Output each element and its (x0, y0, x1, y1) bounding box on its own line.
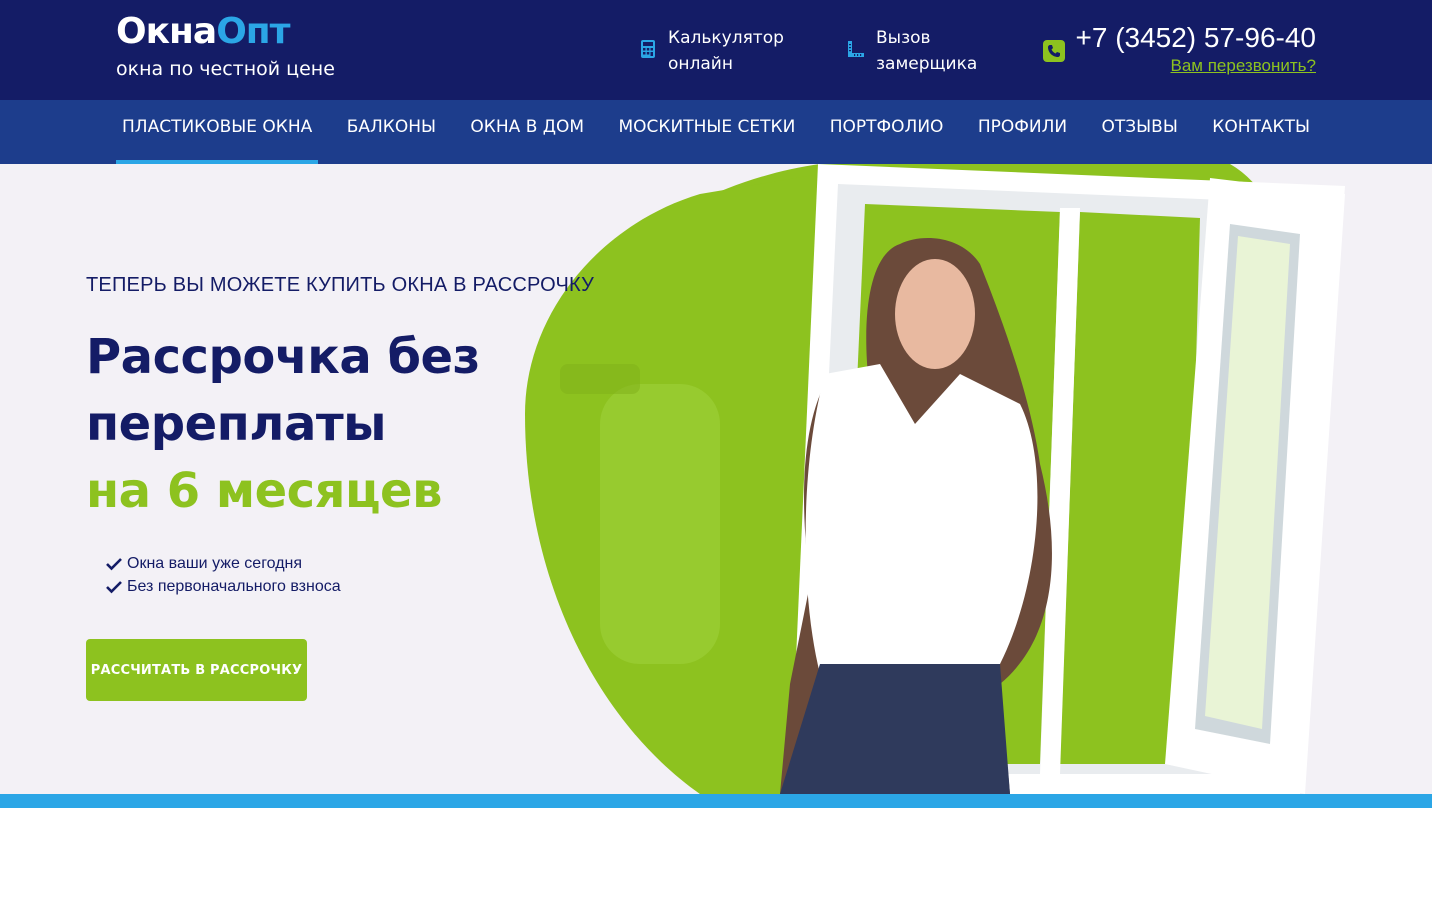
nav-item-balconies[interactable]: БАЛКОНЫ (341, 100, 442, 164)
main-nav: ПЛАСТИКОВЫЕ ОКНА БАЛКОНЫ ОКНА В ДОМ МОСК… (0, 100, 1432, 164)
calculator-line2: онлайн (668, 54, 733, 74)
phone-block: +7 (3452) 57-96-40 Вам перезвонить? (1043, 20, 1316, 76)
logo-part2: Опт (216, 11, 290, 52)
site-header: ОкнаОпт окна по честной цене Калькулятор… (0, 0, 1432, 100)
nav-item-house-windows[interactable]: ОКНА В ДОМ (464, 100, 590, 164)
nav-item-profiles[interactable]: ПРОФИЛИ (972, 100, 1073, 164)
nav-item-contacts[interactable]: КОНТАКТЫ (1206, 100, 1316, 164)
benefit-text: Окна ваши уже сегодня (127, 555, 303, 572)
checkmark-icon (106, 580, 122, 593)
ruler-icon (848, 41, 864, 57)
logo[interactable]: ОкнаОпт окна по честной цене (116, 14, 335, 81)
benefits-list: Окна ваши уже сегодня Без первоначальног… (106, 552, 341, 598)
calculator-label: Калькулятор онлайн (668, 25, 784, 77)
measurer-line2: замерщика (876, 54, 978, 74)
logo-tagline: окна по честной цене (116, 58, 335, 80)
calculator-link[interactable]: Калькулятор онлайн (638, 25, 784, 77)
nav-item-plastic-windows[interactable]: ПЛАСТИКОВЫЕ ОКНА (116, 100, 319, 164)
nav-item-reviews[interactable]: ОТЗЫВЫ (1096, 100, 1184, 164)
benefit-item: Без первоначального взноса (106, 575, 341, 598)
hero-title: Рассрочка без переплаты на 6 месяцев (86, 324, 480, 525)
hero-banner: ТЕПЕРЬ ВЫ МОЖЕТЕ КУПИТЬ ОКНА В РАССРОЧКУ… (0, 164, 1432, 794)
nav-list: ПЛАСТИКОВЫЕ ОКНА БАЛКОНЫ ОКНА В ДОМ МОСК… (116, 100, 1316, 164)
measurer-link[interactable]: Вызов замерщика (846, 25, 977, 77)
accent-divider (0, 794, 1432, 808)
phone-number[interactable]: +7 (3452) 57-96-40 (1075, 20, 1316, 56)
nav-item-mosquito-nets[interactable]: МОСКИТНЫЕ СЕТКИ (613, 100, 802, 164)
checkmark-icon (106, 557, 122, 570)
hero-subtitle: ТЕПЕРЬ ВЫ МОЖЕТЕ КУПИТЬ ОКНА В РАССРОЧКУ (86, 274, 594, 296)
phone-icon (1043, 40, 1066, 62)
hero-title-line1: Рассрочка без (86, 329, 480, 385)
callback-link[interactable]: Вам перезвонить? (1075, 56, 1316, 76)
benefit-item: Окна ваши уже сегодня (106, 552, 341, 575)
measurer-line1: Вызов (876, 28, 931, 48)
nav-item-portfolio[interactable]: ПОРТФОЛИО (824, 100, 950, 164)
hero-title-line3: на 6 месяцев (86, 463, 442, 519)
measurer-label: Вызов замерщика (876, 25, 977, 77)
logo-wordmark: ОкнаОпт (116, 14, 335, 50)
benefit-text: Без первоначального взноса (127, 578, 341, 595)
hero-title-line2: переплаты (86, 396, 387, 452)
calculator-line1: Калькулятор (668, 28, 784, 48)
calculator-icon (641, 40, 655, 58)
logo-part1: Окна (116, 11, 217, 52)
calculate-installment-button[interactable]: РАССЧИТАТЬ В РАССРОЧКУ (86, 639, 307, 701)
